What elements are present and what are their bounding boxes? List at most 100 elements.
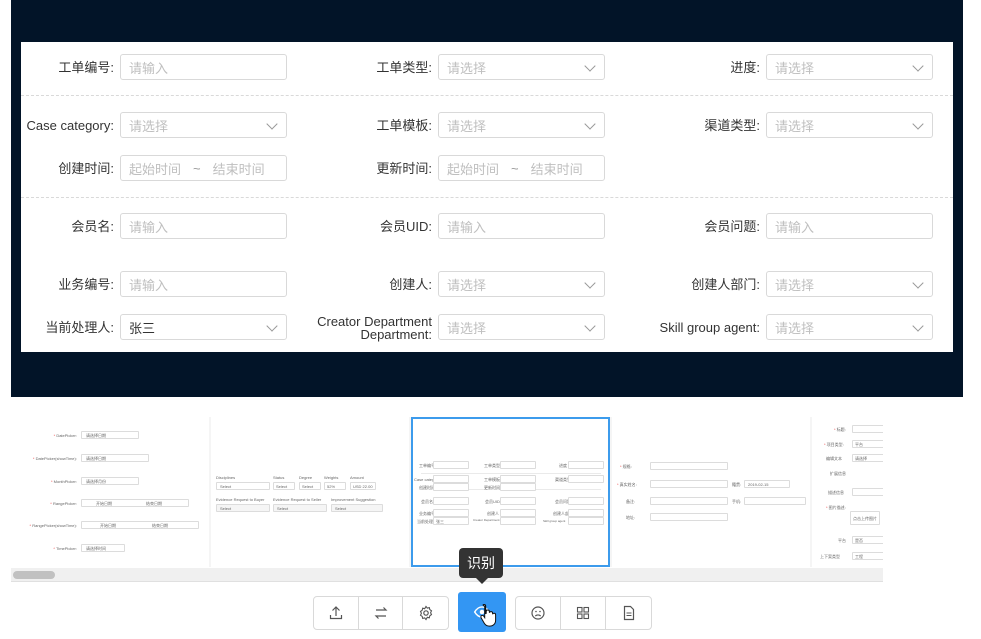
thumb-input: Select bbox=[273, 482, 295, 490]
thumb-label: 工单模板 bbox=[484, 477, 500, 482]
member-name-input[interactable]: 请输入 bbox=[120, 213, 287, 239]
thumb-input: Select bbox=[216, 482, 270, 490]
thumb-input bbox=[433, 483, 469, 491]
field-label: 工单类型: bbox=[376, 59, 432, 75]
thumb-label: 上下案类型 bbox=[820, 554, 840, 559]
range-start[interactable]: 起始时间 bbox=[129, 159, 181, 178]
chevron-down-icon bbox=[266, 320, 278, 332]
thumb-input: 开始日期 结束日期 bbox=[81, 499, 189, 507]
creator-select[interactable]: 请选择 bbox=[438, 271, 605, 297]
thumbnail-strip[interactable]: * DatePicker: 请选择日期 * DatePicker(showTim… bbox=[11, 417, 883, 567]
field-label: 创建时间: bbox=[58, 160, 114, 176]
thumb-label: Evidence Request to Seller bbox=[273, 497, 322, 502]
field-case-category: Case category: 请选择 bbox=[27, 112, 287, 138]
progress-select[interactable]: 请选择 bbox=[766, 54, 933, 80]
ticket-template-select[interactable]: 请选择 bbox=[438, 112, 605, 138]
field-label: 业务编号: bbox=[58, 276, 114, 292]
upload-button[interactable] bbox=[314, 597, 359, 629]
field-channel-type: 渠道类型: 请选择 bbox=[704, 112, 933, 138]
search-form: 工单编号: 请输入 工单类型: 请选择 进度: 请选择 Case categor… bbox=[21, 42, 953, 352]
field-label: 当前处理人: bbox=[45, 319, 114, 335]
thumb-label: * TimePicker: bbox=[53, 546, 77, 551]
range-start[interactable]: 起始时间 bbox=[447, 159, 499, 178]
ticket-number-input[interactable]: 请输入 bbox=[120, 54, 287, 80]
field-create-time: 创建时间: 起始时间 ~ 结束时间 bbox=[58, 155, 287, 181]
thumbnail-datepicker[interactable]: * DatePicker: 请选择日期 * DatePicker(showTim… bbox=[11, 417, 209, 567]
chevron-down-icon bbox=[266, 118, 278, 130]
chevron-down-icon bbox=[584, 118, 596, 130]
field-label: 会员问题: bbox=[704, 218, 760, 234]
thumb-input bbox=[568, 475, 604, 483]
case-category-select[interactable]: 请选择 bbox=[120, 112, 287, 138]
thumb-label: * RangePicker(showTime): bbox=[29, 523, 77, 528]
thumb-input bbox=[568, 497, 604, 505]
thumb-label: 地址: bbox=[626, 515, 636, 520]
thumb-label: 更新时间 bbox=[484, 485, 500, 490]
thumbnail-evaluation[interactable]: Disciplines Status Degree Weights Amount… bbox=[211, 417, 409, 567]
current-handler-select[interactable]: 张三 bbox=[120, 314, 287, 340]
divider bbox=[21, 95, 953, 96]
thumb-input: USD 22.00 bbox=[350, 482, 376, 490]
thumb-input bbox=[650, 497, 728, 505]
toolbar-left-group bbox=[313, 596, 449, 630]
upload-icon bbox=[329, 606, 342, 620]
field-current-handler: 当前处理人: 张三 bbox=[45, 314, 287, 340]
channel-type-select[interactable]: 请选择 bbox=[766, 112, 933, 138]
field-label: 会员名: bbox=[71, 218, 114, 234]
horizontal-scrollbar[interactable] bbox=[11, 568, 883, 582]
thumb-label: 平台 bbox=[838, 538, 846, 543]
divider bbox=[21, 197, 953, 198]
thumb-input bbox=[568, 517, 604, 525]
field-ticket-type: 工单类型: 请选择 bbox=[376, 54, 605, 80]
thumb-input bbox=[744, 497, 806, 505]
thumb-input: 请选择时间 bbox=[81, 544, 125, 552]
sad-face-icon bbox=[531, 606, 545, 620]
thumbnail-project[interactable]: * 标题: * 项目类型: 平台 编辑文本 请选择 扩展信息 描述信息 * 图片… bbox=[812, 417, 883, 567]
thumb-label: 会员UID bbox=[485, 499, 500, 504]
thumb-input: 开始日期 结束日期 bbox=[81, 521, 199, 529]
member-uid-input[interactable]: 请输入 bbox=[438, 213, 605, 239]
document-button[interactable] bbox=[606, 597, 651, 629]
update-time-range[interactable]: 起始时间 ~ 结束时间 bbox=[438, 155, 605, 181]
skill-group-agent-select[interactable]: 请选择 bbox=[766, 314, 933, 340]
field-ticket-template: 工单模板: 请选择 bbox=[376, 112, 605, 138]
settings-button[interactable] bbox=[403, 597, 448, 629]
chevron-down-icon bbox=[912, 277, 924, 289]
field-label: 进度: bbox=[730, 59, 760, 75]
range-end[interactable]: 结束时间 bbox=[213, 159, 265, 178]
swap-icon bbox=[374, 607, 387, 619]
tooltip: 识别 bbox=[459, 548, 503, 584]
thumbnail-current-form[interactable]: 工单编号 工单类型 进度 Case category 工单模板 渠道类型 创建时… bbox=[411, 417, 610, 567]
business-number-input[interactable]: 请输入 bbox=[120, 271, 287, 297]
thumb-label: 手机: bbox=[732, 499, 742, 504]
thumb-label: Skill group agent bbox=[543, 519, 566, 523]
ticket-type-select[interactable]: 请选择 bbox=[438, 54, 605, 80]
thumb-label: Evidence Request to Buyer bbox=[216, 497, 265, 502]
field-member-issue: 会员问题: 请输入 bbox=[704, 213, 933, 239]
field-label: Creator Department Department: bbox=[317, 314, 432, 342]
feedback-button[interactable] bbox=[516, 597, 561, 629]
field-label: 工单编号: bbox=[58, 59, 114, 75]
field-label: 会员UID: bbox=[379, 218, 432, 234]
chevron-down-icon bbox=[912, 320, 924, 332]
scrollbar-thumb[interactable] bbox=[13, 571, 55, 579]
thumb-label: Status bbox=[273, 475, 285, 480]
thumb-input: 工程 bbox=[852, 552, 883, 560]
creator-department-select[interactable]: 请选择 bbox=[766, 271, 933, 297]
creator-department-en-select[interactable]: 请选择 bbox=[438, 314, 605, 340]
create-time-range[interactable]: 起始时间 ~ 结束时间 bbox=[120, 155, 287, 181]
field-member-uid: 会员UID: 请输入 bbox=[380, 213, 605, 239]
swap-button[interactable] bbox=[359, 597, 404, 629]
thumbnail-profile[interactable]: * 规格: * 真实姓名: 籍贯: 2019-02-15 备注: 手机: 地址: bbox=[612, 417, 810, 567]
thumb-input: Select bbox=[299, 482, 321, 490]
thumb-input: 请选择月份 bbox=[81, 477, 139, 485]
chevron-down-icon bbox=[912, 60, 924, 72]
thumb-upload: 点击上传图片 bbox=[850, 511, 880, 525]
layout-grid-button[interactable] bbox=[561, 597, 606, 629]
range-end[interactable]: 结束时间 bbox=[531, 159, 583, 178]
member-issue-input[interactable]: 请输入 bbox=[766, 213, 933, 239]
thumb-input bbox=[568, 461, 604, 469]
thumb-input: 2019-02-15 bbox=[744, 480, 790, 488]
thumb-input bbox=[500, 475, 536, 483]
thumb-input bbox=[500, 461, 536, 469]
